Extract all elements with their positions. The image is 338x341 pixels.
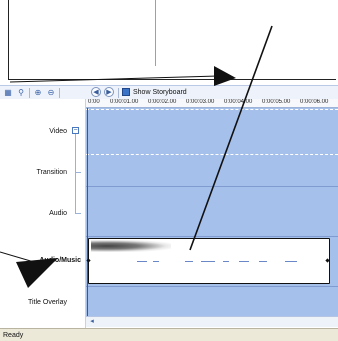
track-tree-tick — [75, 172, 81, 173]
show-storyboard-icon[interactable] — [122, 88, 130, 96]
wand-icon[interactable]: ⚲ — [16, 88, 26, 97]
waveform-segment — [223, 261, 229, 262]
ruler-tick-label: 0:00 — [88, 99, 100, 105]
ruler-tick-label: 0:00:01.00 — [110, 99, 139, 105]
track-divider — [86, 109, 338, 111]
status-text: Ready — [3, 332, 24, 339]
playhead[interactable] — [87, 108, 88, 316]
timeline-scrollbar[interactable]: ◂ — [86, 316, 338, 327]
waveform-segment — [137, 261, 147, 262]
waveform-segment — [153, 261, 159, 262]
ruler-tick-label: 0:00:06.00 — [300, 99, 329, 105]
ruler-tick-label: 0:00:03.00 — [186, 99, 215, 105]
waveform-segment — [239, 261, 249, 262]
clip-trim-handle-right[interactable] — [325, 258, 330, 263]
toolbar-separator — [118, 88, 119, 98]
audio-clip-thumbnail — [91, 240, 171, 252]
track-labels-panel: Video − Transition Audio Audio/Music Tit… — [0, 99, 86, 328]
audio-music-clip[interactable] — [86, 238, 330, 284]
timeline-toolbar: ▦ ⚲ ⊕ ⊖ ◀ ▶ Show Storyboard — [0, 85, 338, 99]
preview-divider — [155, 0, 156, 66]
storyboard-icon[interactable]: ▦ — [3, 88, 13, 97]
track-tree-tick — [75, 213, 81, 214]
ruler-tick-label: 0:00:04.00 — [224, 99, 253, 105]
collapse-video-button[interactable]: − — [72, 127, 79, 134]
track-label-audio: Audio — [49, 210, 67, 217]
track-divider — [86, 186, 338, 187]
zoom-out-icon[interactable]: ⊖ — [46, 88, 56, 97]
toolbar-separator — [59, 88, 60, 98]
toolbar-separator — [29, 88, 30, 98]
waveform-segment — [185, 261, 193, 262]
show-storyboard-button[interactable]: Show Storyboard — [133, 87, 187, 98]
track-label-audio-music: Audio/Music — [39, 257, 81, 264]
track-divider — [86, 154, 338, 156]
clip-trim-handle-left[interactable] — [86, 258, 91, 263]
track-divider — [86, 236, 338, 237]
rewind-icon[interactable]: ◀ — [91, 87, 101, 97]
waveform-segment — [259, 261, 267, 262]
track-divider — [86, 286, 338, 287]
ruler-tick-label: 0:00:05.00 — [262, 99, 291, 105]
ruler-tick-label: 0:00:02.00 — [148, 99, 177, 105]
track-label-title-overlay: Title Overlay — [27, 299, 67, 306]
waveform-segment — [285, 261, 297, 262]
track-label-transition: Transition — [36, 169, 67, 176]
play-icon[interactable]: ▶ — [104, 87, 114, 97]
track-tree-line — [75, 134, 76, 214]
status-bar: Ready — [0, 328, 338, 341]
zoom-in-icon[interactable]: ⊕ — [33, 88, 43, 97]
timeline-tracks[interactable] — [86, 108, 338, 316]
scroll-left-icon[interactable]: ◂ — [88, 318, 96, 326]
time-ruler[interactable]: 0:00 0:00:01.00 0:00:02.00 0:00:03.00 0:… — [86, 99, 338, 108]
waveform-segment — [201, 261, 215, 262]
track-label-video: Video — [49, 128, 67, 135]
preview-frame — [8, 0, 336, 80]
